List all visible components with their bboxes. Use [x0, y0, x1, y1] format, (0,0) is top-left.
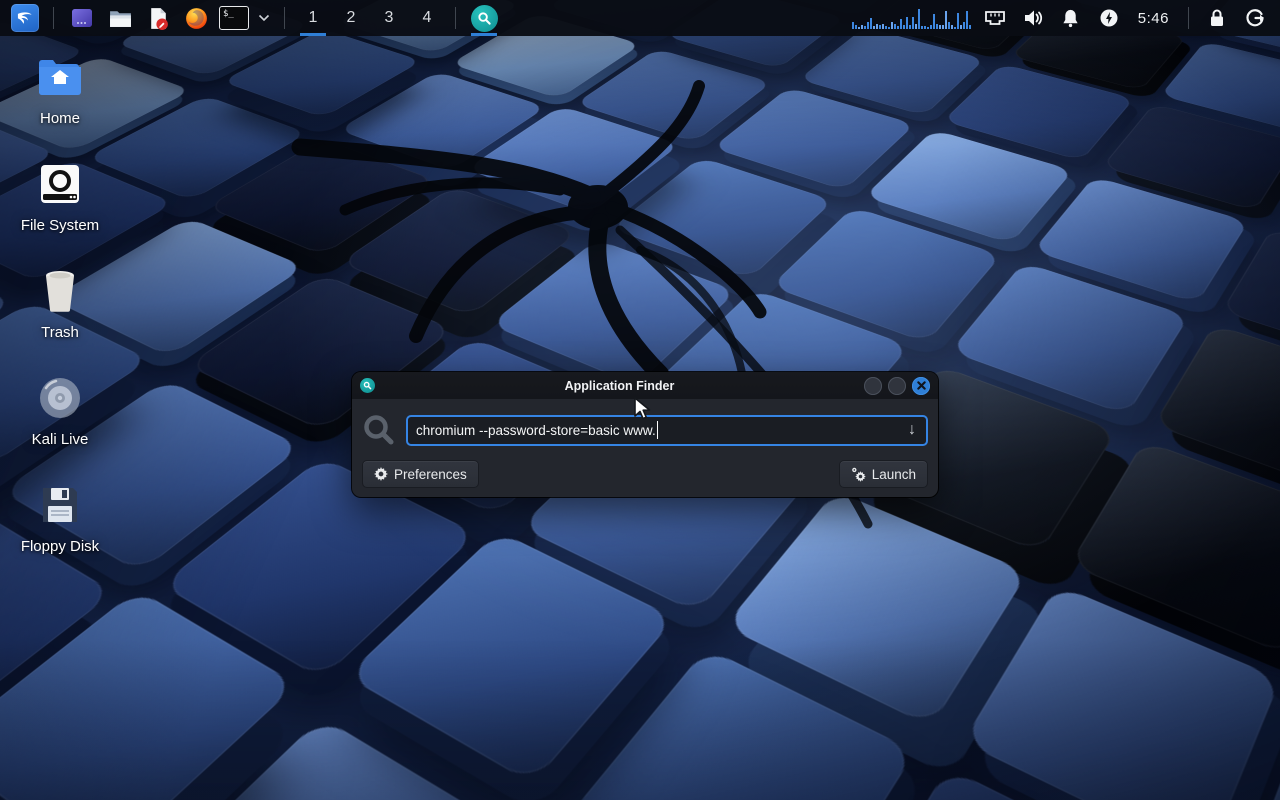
home-folder-icon: [37, 57, 83, 97]
search-icon-large: [362, 413, 396, 447]
window-launcher[interactable]: [65, 0, 99, 36]
desktop-icon-label: Home: [40, 110, 80, 127]
applications-menu-button[interactable]: [8, 0, 42, 36]
terminal-dropdown-button[interactable]: [255, 0, 273, 36]
trash-bin-icon: [40, 269, 80, 313]
kali-logo-icon: [15, 8, 35, 28]
launch-label: Launch: [872, 467, 916, 482]
speaker-icon: [1022, 8, 1044, 28]
desktop-icon-file-system[interactable]: File System: [5, 155, 115, 262]
workspace-3-button[interactable]: 3: [372, 0, 406, 36]
ethernet-icon: [984, 9, 1006, 27]
desktop-icon-home[interactable]: Home: [5, 48, 115, 155]
clock[interactable]: 5:46: [1130, 10, 1177, 27]
text-caret: [657, 421, 659, 439]
desktop-icon-trash[interactable]: Trash: [5, 262, 115, 369]
desktop-icon-label: Floppy Disk: [21, 538, 99, 555]
chevron-down-icon: [258, 14, 270, 22]
history-dropdown-arrow[interactable]: ↓: [906, 422, 918, 438]
panel-separator: [53, 7, 54, 29]
launch-gears-icon: [851, 467, 866, 482]
desktop-icon-label: Kali Live: [32, 431, 89, 448]
notifications-tray-button[interactable]: [1054, 0, 1088, 36]
window-title: Application Finder: [375, 379, 864, 393]
titlebar[interactable]: Application Finder: [352, 372, 938, 399]
bell-icon: [1061, 8, 1080, 28]
finder-body: chromium --password-store=basic www. ↓: [352, 399, 938, 447]
logout-button[interactable]: [1238, 0, 1272, 36]
volume-tray-button[interactable]: [1016, 0, 1050, 36]
workspace-1-label: 1: [309, 9, 318, 27]
gear-icon: [374, 467, 388, 481]
firefox-launcher[interactable]: [179, 0, 213, 36]
terminal-icon: $_: [219, 6, 249, 30]
workspace-3-label: 3: [385, 9, 394, 27]
close-button[interactable]: [912, 377, 930, 395]
workspace-2-label: 2: [347, 9, 356, 27]
desktop-icon-floppy-disk[interactable]: Floppy Disk: [5, 476, 115, 583]
desktop-icon-label: File System: [21, 217, 99, 234]
logout-icon: [1245, 8, 1265, 28]
search-icon: [363, 381, 372, 390]
search-icon: [477, 11, 492, 26]
panel-separator: [455, 7, 456, 29]
minimize-button[interactable]: [864, 377, 882, 395]
preferences-button[interactable]: Preferences: [362, 460, 479, 488]
application-finder-taskbar-button[interactable]: [467, 0, 501, 36]
panel-separator: [284, 7, 285, 29]
window-icon: [360, 378, 375, 393]
power-bolt-icon: [1099, 8, 1119, 28]
cdrom-disc-icon: [38, 376, 82, 420]
workspace-2-button[interactable]: 2: [334, 0, 368, 36]
hard-drive-icon: [39, 163, 81, 205]
text-editor-launcher[interactable]: [141, 0, 175, 36]
launch-button[interactable]: Launch: [839, 460, 928, 488]
search-input[interactable]: chromium --password-store=basic www. ↓: [406, 415, 928, 446]
workspace-1-button[interactable]: 1: [296, 0, 330, 36]
search-input-value: chromium --password-store=basic www.: [416, 423, 656, 438]
workspace-4-button[interactable]: 4: [410, 0, 444, 36]
close-icon: [917, 381, 926, 390]
panel-separator: [1188, 7, 1189, 29]
maximize-button[interactable]: [888, 377, 906, 395]
top-panel: $_ 1 2 3 4: [0, 0, 1280, 36]
terminal-launcher[interactable]: $_: [217, 0, 251, 36]
power-manager-tray-button[interactable]: [1092, 0, 1126, 36]
network-tray-button[interactable]: [978, 0, 1012, 36]
application-finder-window: Application Finder chromium --password-s…: [352, 372, 938, 497]
file-manager-launcher[interactable]: [103, 0, 137, 36]
firefox-icon: [184, 6, 209, 31]
desktop-icon-column: Home File System Trash: [5, 48, 115, 583]
desktop-icon-label: Trash: [41, 324, 79, 341]
finder-footer: Preferences Launch: [352, 447, 938, 488]
document-edit-icon: [146, 6, 171, 31]
lock-icon: [1208, 8, 1226, 28]
floppy-disk-icon: [39, 484, 81, 526]
folder-icon: [108, 6, 133, 31]
preferences-label: Preferences: [394, 467, 467, 482]
workspace-4-label: 4: [423, 9, 432, 27]
purple-window-icon: [70, 6, 94, 30]
cpu-graph[interactable]: [852, 4, 974, 32]
lock-screen-button[interactable]: [1200, 0, 1234, 36]
desktop-icon-kali-live[interactable]: Kali Live: [5, 369, 115, 476]
